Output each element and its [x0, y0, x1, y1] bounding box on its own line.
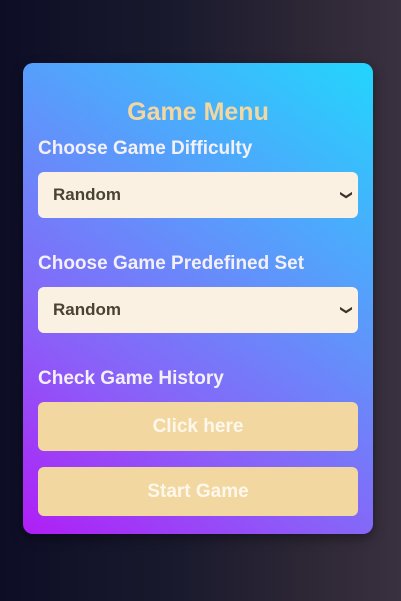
menu-title: Game Menu: [127, 98, 269, 126]
difficulty-label: Choose Game Difficulty: [38, 138, 253, 159]
chevron-down-icon: ❯: [339, 189, 354, 201]
history-label: Check Game History: [38, 368, 224, 389]
predefined-set-label: Choose Game Predefined Set: [38, 253, 305, 274]
game-menu-card: Game Menu Choose Game Difficulty Random …: [23, 63, 373, 534]
chevron-down-icon: ❯: [339, 304, 354, 316]
predefined-set-select[interactable]: Random ❯: [38, 287, 358, 333]
predefined-set-selected-value: Random: [53, 300, 121, 319]
history-button[interactable]: Click here: [38, 402, 358, 451]
start-game-button[interactable]: Start Game: [38, 467, 358, 516]
difficulty-select[interactable]: Random ❯: [38, 172, 358, 218]
difficulty-selected-value: Random: [53, 185, 121, 204]
